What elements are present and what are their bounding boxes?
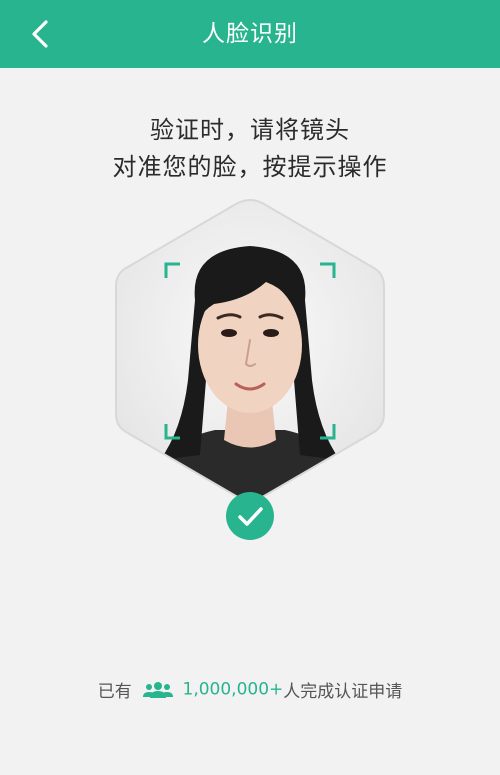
footer-prefix: 已有 [97,682,132,702]
checkmark-icon [238,507,263,526]
success-badge [226,492,274,540]
users-icon [143,681,174,698]
footer-suffix: 人完成认证申请 [283,682,403,702]
face-preview [116,200,384,500]
face-capture-frame [115,199,385,501]
user-count-footer: 已有 1,000,000+人完成认证申请 [0,677,500,703]
user-count: 1,000,000+ [182,679,284,700]
